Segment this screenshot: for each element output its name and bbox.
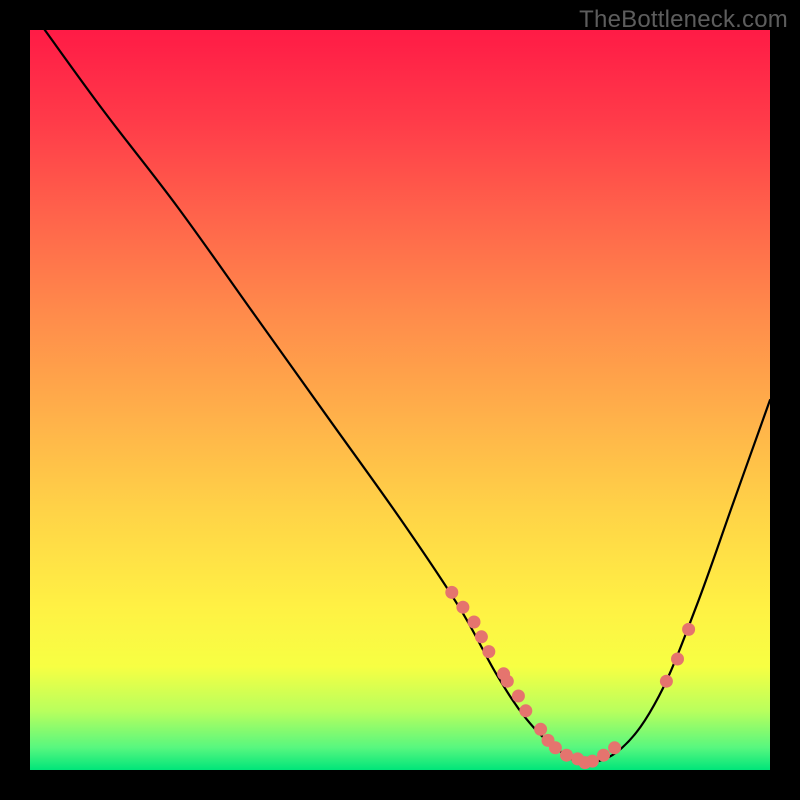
marker-point: [456, 601, 469, 614]
plot-area: [30, 30, 770, 770]
marker-point: [608, 741, 621, 754]
marker-point: [468, 616, 481, 629]
marker-point: [597, 749, 610, 762]
marker-point: [445, 586, 458, 599]
marker-group: [445, 586, 695, 769]
marker-point: [519, 704, 532, 717]
marker-point: [660, 675, 673, 688]
marker-point: [671, 653, 684, 666]
marker-point: [534, 723, 547, 736]
marker-point: [549, 741, 562, 754]
chart-frame: TheBottleneck.com: [0, 0, 800, 800]
marker-point: [586, 755, 599, 768]
curve-line: [45, 30, 770, 763]
marker-point: [560, 749, 573, 762]
marker-point: [682, 623, 695, 636]
marker-point: [482, 645, 495, 658]
marker-point: [475, 630, 488, 643]
chart-svg: [30, 30, 770, 770]
marker-point: [512, 690, 525, 703]
marker-point: [501, 675, 514, 688]
watermark-text: TheBottleneck.com: [579, 6, 788, 34]
